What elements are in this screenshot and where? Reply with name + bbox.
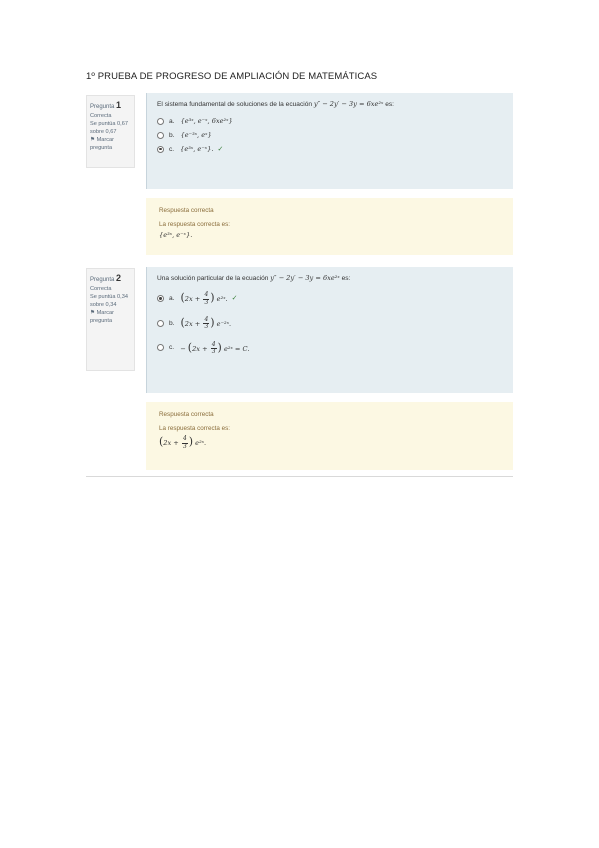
option-a[interactable]: a. {e³ˣ, e⁻ˣ, 6xe²ˣ} xyxy=(157,117,503,125)
flag-icon: ⚑ xyxy=(90,137,96,144)
feedback-answer-label: La respuesta correcta es: xyxy=(159,425,231,432)
question-content-2: Una solución particular de la ecuación y… xyxy=(146,267,513,393)
page-title: 1º PRUEBA DE PROGRESO DE AMPLIACIÓN DE M… xyxy=(86,71,378,82)
question-score: Se puntúa 0,34 sobre 0,34 xyxy=(90,294,128,309)
flag-question-link[interactable]: ⚑ Marcar pregunta xyxy=(90,136,134,152)
radio-button[interactable] xyxy=(157,319,164,327)
denominator: 3 xyxy=(211,348,216,356)
option-label: c. xyxy=(169,344,175,352)
fraction: 43 xyxy=(203,316,210,331)
fraction: 43 xyxy=(203,291,210,306)
flag-icon: ⚑ xyxy=(90,310,96,317)
option-label: b. xyxy=(169,131,175,139)
divider xyxy=(86,476,513,477)
fraction: 43 xyxy=(210,341,217,356)
check-icon: ✓ xyxy=(231,295,238,303)
radio-button-selected[interactable] xyxy=(157,294,164,302)
option-label: b. xyxy=(169,319,175,327)
math-term: 2x + xyxy=(184,319,203,328)
option-math: {e³ˣ, e⁻ˣ}. xyxy=(180,145,214,153)
question-text: El sistema fundamental de soluciones de … xyxy=(157,101,313,108)
feedback-label: Respuesta correcta xyxy=(159,207,214,214)
math-term: 2x + xyxy=(184,295,203,303)
fraction: 43 xyxy=(181,435,188,450)
denominator: 3 xyxy=(204,298,209,306)
question-content-1: El sistema fundamental de soluciones de … xyxy=(146,93,513,189)
feedback-1: Respuesta correcta La respuesta correcta… xyxy=(146,198,513,255)
option-label: a. xyxy=(169,294,175,302)
option-label: c. xyxy=(169,145,175,153)
question-text-end: es: xyxy=(341,275,351,282)
feedback-2: Respuesta correcta La respuesta correcta… xyxy=(146,402,513,470)
option-b[interactable]: b. (2x + 4 3) e⁻²ˣ. xyxy=(157,316,503,331)
question-equation: y″ − 2y′ − 3y = 6xe²ˣ xyxy=(313,100,384,108)
question-text-1: El sistema fundamental de soluciones de … xyxy=(157,100,503,108)
question-status: Correcta xyxy=(90,286,112,293)
math-term: e²ˣ. xyxy=(195,439,207,447)
option-math: (2x + 4 3) e²ˣ. xyxy=(180,291,228,306)
question-info-2: Pregunta 2 Correcta Se puntúa 0,34 sobre… xyxy=(86,268,135,371)
math-term: e²ˣ. xyxy=(216,295,228,303)
radio-button-selected[interactable] xyxy=(157,145,164,153)
feedback-answer-math: {e³ˣ, e⁻ˣ}. xyxy=(159,231,193,239)
option-b[interactable]: b. {e⁻³ˣ, eˣ} xyxy=(157,131,503,139)
denominator: 3 xyxy=(182,442,187,450)
math-term: 2x + xyxy=(192,344,210,353)
question-number-2: Pregunta 2 xyxy=(90,272,134,285)
question-number: 1 xyxy=(116,100,122,110)
question-equation: y″ − 2y′ − 3y = 6xe²ˣ xyxy=(270,274,340,282)
math-term: − xyxy=(180,344,186,353)
denominator: 3 xyxy=(204,323,209,331)
radio-button[interactable] xyxy=(157,344,164,352)
option-math: {e⁻³ˣ, eˣ} xyxy=(180,131,212,139)
option-c[interactable]: c. {e³ˣ, e⁻ˣ}. ✓ xyxy=(157,145,503,153)
feedback-label: Respuesta correcta xyxy=(159,411,214,418)
question-text-end: es: xyxy=(385,101,395,108)
question-score: Se puntúa 0,67 sobre 0,67 xyxy=(90,121,128,136)
question-status: Correcta xyxy=(90,113,112,120)
question-text: Una solución particular de la ecuación xyxy=(157,275,269,282)
question-label: Pregunta xyxy=(90,104,115,110)
option-math: − (2x + 4 3) e²ˣ = C. xyxy=(180,340,250,356)
check-icon: ✓ xyxy=(217,146,224,153)
math-term: e²ˣ = C. xyxy=(223,344,250,353)
option-a[interactable]: a. (2x + 4 3) e²ˣ. ✓ xyxy=(157,291,503,306)
question-number-1: Pregunta 1 xyxy=(90,99,134,112)
question-info-1: Pregunta 1 Correcta Se puntúa 0,67 sobre… xyxy=(86,95,135,168)
question-text-2: Una solución particular de la ecuación y… xyxy=(157,274,503,282)
question-label: Pregunta xyxy=(90,277,115,283)
feedback-answer-math: (2x + 4 3) e²ˣ. xyxy=(159,435,207,450)
option-c[interactable]: c. − (2x + 4 3) e²ˣ = C. xyxy=(157,341,503,356)
option-math: {e³ˣ, e⁻ˣ, 6xe²ˣ} xyxy=(180,117,233,125)
flag-question-link[interactable]: ⚑ Marcar pregunta xyxy=(90,309,134,325)
question-number: 2 xyxy=(116,273,122,283)
math-term: 2x + xyxy=(163,439,181,447)
feedback-answer-label: La respuesta correcta es: xyxy=(159,221,231,228)
math-term: e⁻²ˣ. xyxy=(216,319,232,328)
radio-button[interactable] xyxy=(157,131,164,139)
option-label: a. xyxy=(169,117,175,125)
radio-button[interactable] xyxy=(157,117,164,125)
option-math: (2x + 4 3) e⁻²ˣ. xyxy=(180,315,232,331)
